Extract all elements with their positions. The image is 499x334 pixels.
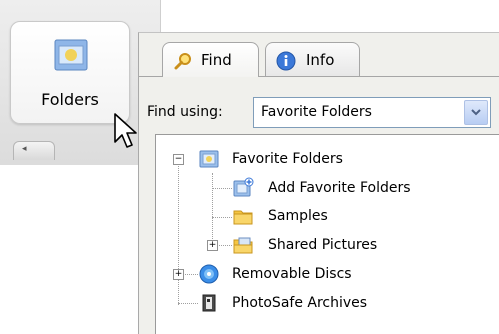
- folders-button[interactable]: Folders: [10, 21, 130, 124]
- find-using-label: Find using:: [147, 104, 223, 120]
- tab-info-label: Info: [306, 51, 335, 69]
- folders-label: Folders: [41, 90, 99, 109]
- tab-find[interactable]: Find: [162, 42, 259, 77]
- tree-item-label: PhotoSafe Archives: [232, 295, 368, 311]
- collapse-toggle[interactable]: −: [173, 154, 184, 165]
- favorite-folder-icon: [199, 150, 219, 168]
- tab-find-label: Find: [201, 51, 232, 69]
- collapsed-tab[interactable]: ◂: [13, 141, 55, 160]
- tree-line: [212, 217, 232, 218]
- info-icon: [276, 51, 296, 71]
- disc-icon: [199, 264, 219, 284]
- folder-tree: − Favorite Folders Add Favorite Folders …: [155, 134, 499, 334]
- find-using-value: Favorite Folders: [261, 104, 372, 120]
- tab-info[interactable]: Info: [265, 42, 360, 77]
- tree-item-label: Removable Discs: [232, 266, 352, 282]
- archive-icon: [202, 294, 216, 312]
- tree-line: [212, 173, 213, 245]
- dropdown-button[interactable]: [464, 100, 488, 125]
- expand-toggle[interactable]: +: [207, 240, 218, 251]
- shared-pictures-icon: [233, 237, 253, 254]
- tree-item-label: Favorite Folders: [232, 151, 343, 167]
- tree-line: [212, 188, 232, 189]
- tree-line: [178, 303, 198, 304]
- collapsed-tab-glyph: ◂: [22, 144, 27, 154]
- tree-item-add-favorite-folders[interactable]: Add Favorite Folders: [232, 177, 472, 199]
- chevron-down-icon: [471, 109, 481, 116]
- tree-item-label: Samples: [268, 208, 328, 224]
- search-icon: [174, 53, 191, 70]
- tree-line: [178, 155, 179, 305]
- folder-icon: [233, 210, 253, 225]
- tree-item-label: Add Favorite Folders: [268, 180, 411, 196]
- tree-item-label: Shared Pictures: [268, 237, 378, 253]
- tree-item-shared-pictures[interactable]: Shared Pictures: [232, 234, 472, 256]
- tree-item-removable-discs[interactable]: Removable Discs: [198, 263, 438, 285]
- mouse-cursor-icon: [114, 113, 137, 148]
- tree-item-favorite-folders[interactable]: Favorite Folders: [198, 148, 438, 170]
- add-folder-icon: [233, 177, 254, 197]
- find-using-select[interactable]: Favorite Folders: [253, 97, 491, 128]
- folders-icon: [54, 39, 88, 71]
- tree-item-photosafe-archives[interactable]: PhotoSafe Archives: [198, 292, 438, 314]
- expand-toggle[interactable]: +: [173, 269, 184, 280]
- tree-item-samples[interactable]: Samples: [232, 205, 472, 227]
